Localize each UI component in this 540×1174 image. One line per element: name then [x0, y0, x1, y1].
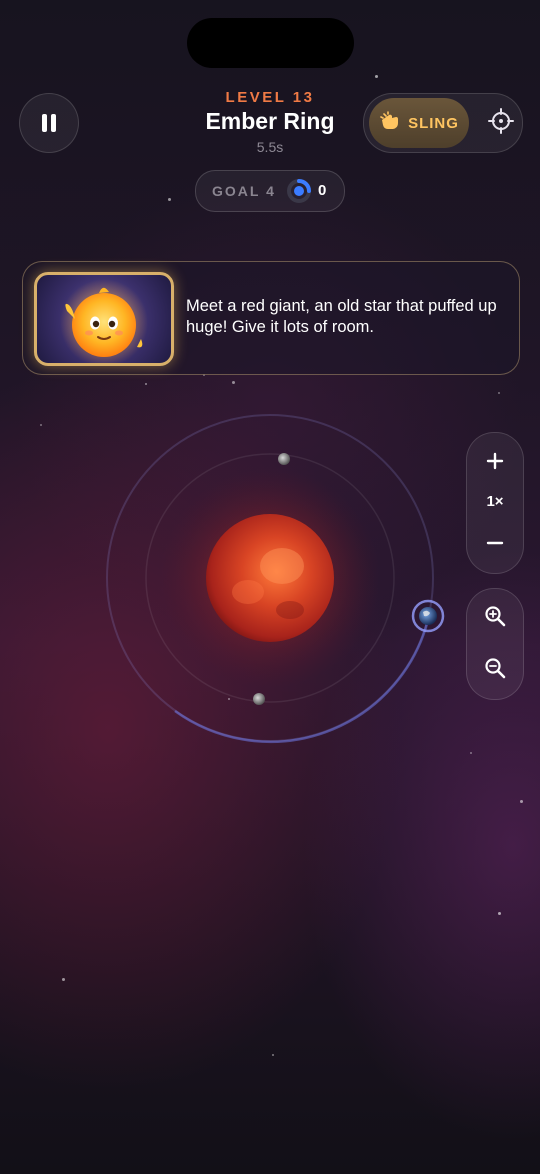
- player-planet[interactable]: [419, 607, 437, 625]
- moon-top[interactable]: [278, 453, 290, 465]
- moon-bottom[interactable]: [253, 693, 265, 705]
- star-surface-patch: [276, 601, 304, 619]
- game-scene[interactable]: [0, 0, 540, 1174]
- star-surface-patch: [260, 548, 304, 584]
- star-surface-patch: [232, 580, 264, 604]
